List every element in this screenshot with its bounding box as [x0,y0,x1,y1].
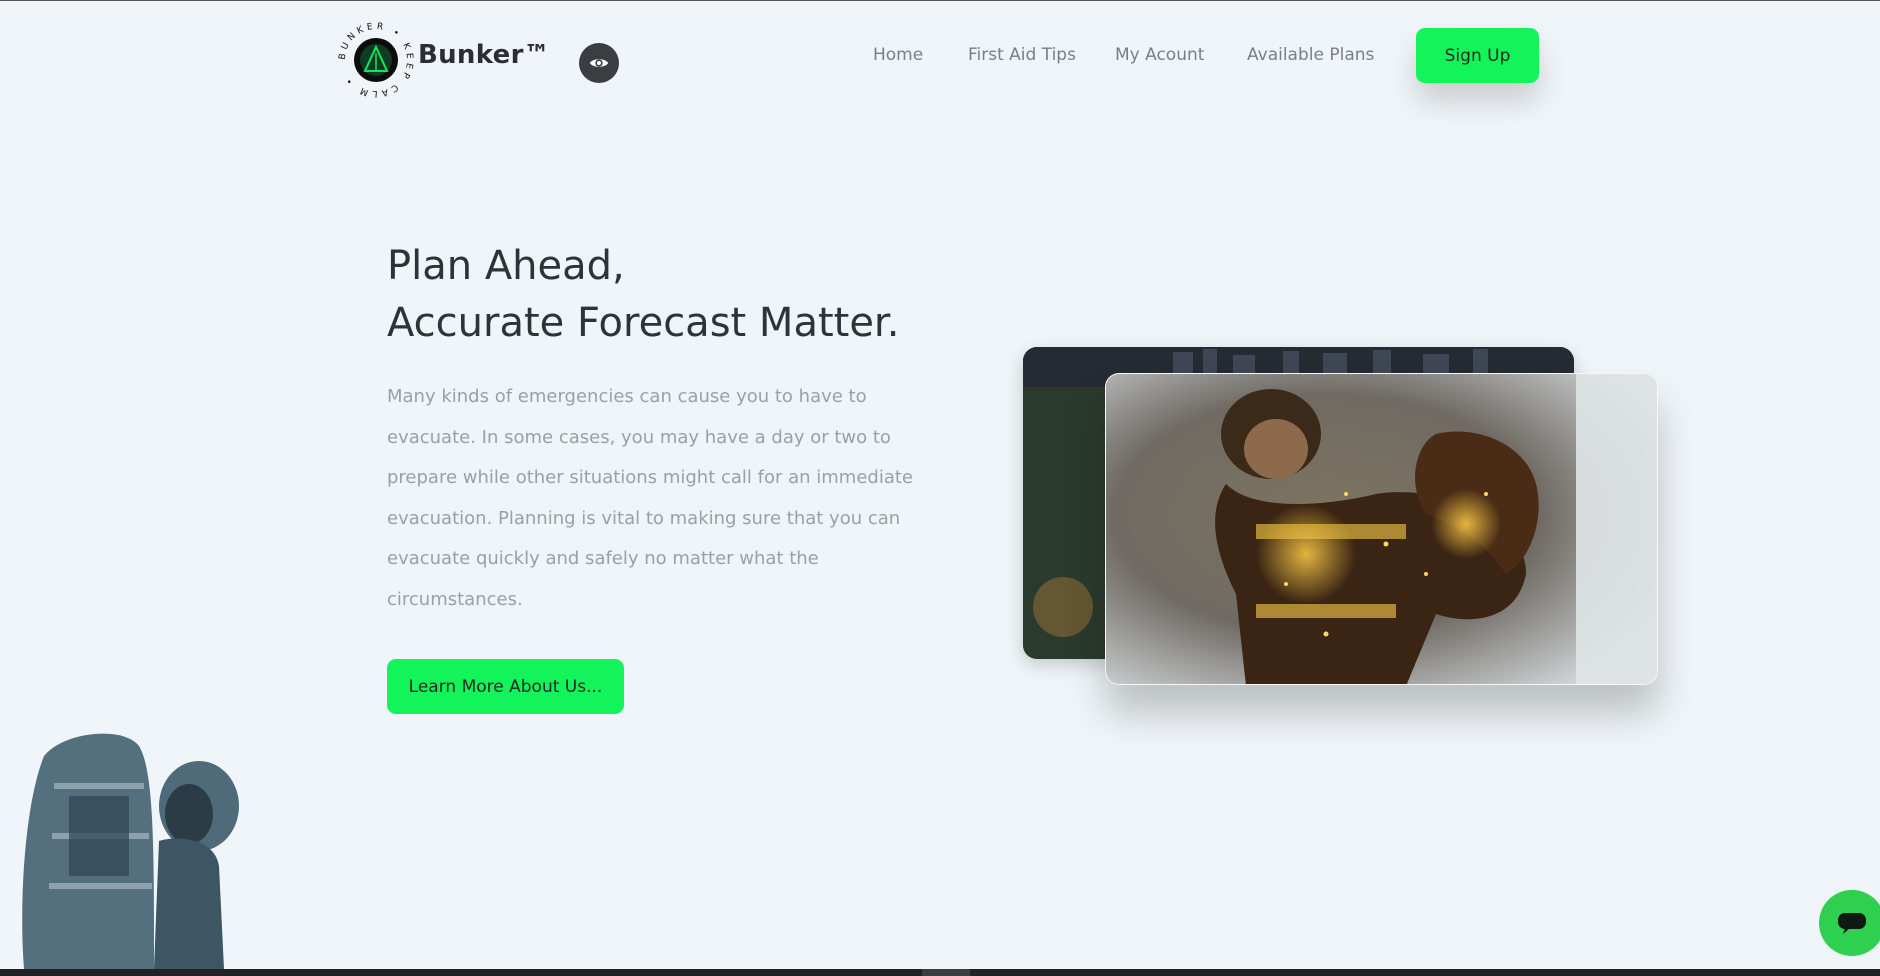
nav-available-plans[interactable]: Available Plans [1247,45,1374,65]
brand-name[interactable]: Bunker™ [418,40,550,70]
nav-my-account[interactable]: My Acount [1115,45,1204,65]
signup-button[interactable]: Sign Up [1416,28,1539,83]
bunker-logo-icon[interactable]: BUNKER • KEEP CALM • [336,20,416,100]
hero-description: Many kinds of emergencies can cause you … [387,386,913,610]
nav-home[interactable]: Home [873,45,923,65]
hiker-illustration [14,726,244,969]
bottom-scrollbar[interactable] [0,969,1880,976]
chat-button[interactable] [1819,890,1880,956]
eye-icon [589,59,609,67]
hero-title-line-2: Accurate Forecast Matter. [387,300,900,346]
chat-icon [1838,913,1866,934]
eye-toggle-button[interactable] [579,43,619,83]
hero-title: Plan Ahead, Accurate Forecast Matter. [387,238,899,352]
learn-more-button[interactable]: Learn More About Us... [387,659,624,714]
hero-image-firefighter [1105,373,1658,685]
scrollbar-thumb[interactable] [922,969,970,976]
hero-title-line-1: Plan Ahead, [387,243,625,289]
nav-first-aid-tips[interactable]: First Aid Tips [968,45,1076,65]
top-border [0,0,1880,1]
